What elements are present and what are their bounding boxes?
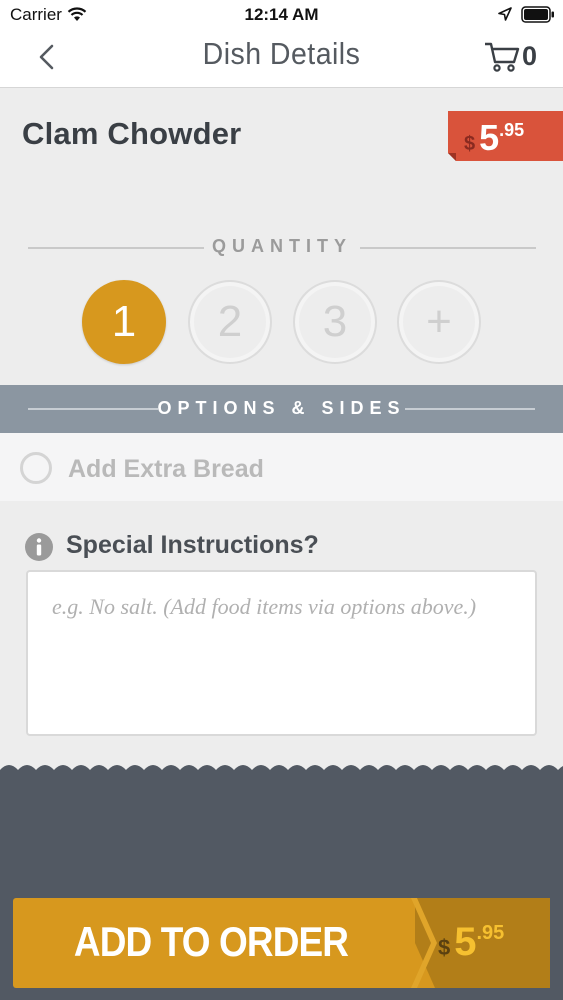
total-whole: 5 xyxy=(454,920,477,964)
price-label: $5.95 xyxy=(464,117,524,159)
quantity-option-3[interactable]: 3 xyxy=(293,280,377,364)
cart-icon xyxy=(485,42,520,72)
option-label: Add Extra Bread xyxy=(68,455,264,483)
special-instructions-input[interactable] xyxy=(26,570,537,736)
price-currency: $ xyxy=(464,133,476,155)
location-arrow-icon xyxy=(498,7,512,21)
nav-bar: Dish Details 0 xyxy=(0,30,563,88)
special-instructions-label: Special Instructions? xyxy=(66,531,319,559)
quantity-option-1[interactable]: 1 xyxy=(82,280,166,364)
cart-button[interactable]: 0 xyxy=(484,39,544,75)
cart-count: 0 xyxy=(522,41,538,71)
quantity-header: QUANTITY xyxy=(28,234,536,260)
price-cents: .95 xyxy=(499,120,525,140)
add-to-order-button[interactable]: ADD TO ORDER $5.95 xyxy=(13,898,550,988)
total-currency: $ xyxy=(438,935,451,960)
price-whole: 5 xyxy=(479,117,500,158)
options-header: OPTIONS & SIDES xyxy=(0,385,563,433)
info-icon xyxy=(25,533,53,561)
status-time: 12:14 AM xyxy=(244,5,319,24)
total-cents: .95 xyxy=(476,922,505,944)
quantity-label: QUANTITY xyxy=(212,236,352,256)
dish-name: Clam Chowder xyxy=(22,116,242,151)
page-title: Dish Details xyxy=(202,36,361,71)
option-radio[interactable] xyxy=(20,452,52,484)
quantity-option-2[interactable]: 2 xyxy=(188,280,272,364)
battery-icon xyxy=(521,6,554,23)
option-item[interactable]: Add Extra Bread xyxy=(0,433,563,501)
add-to-order-price: $5.95 xyxy=(438,920,504,965)
quantity-more-button[interactable]: + xyxy=(397,280,481,364)
status-bar: Carrier 12:14 AM xyxy=(0,0,563,30)
price-tag: $5.95 xyxy=(448,111,563,161)
options-label: OPTIONS & SIDES xyxy=(157,398,406,418)
add-to-order-label: ADD TO ORDER xyxy=(73,918,349,965)
wavy-divider xyxy=(0,765,563,778)
